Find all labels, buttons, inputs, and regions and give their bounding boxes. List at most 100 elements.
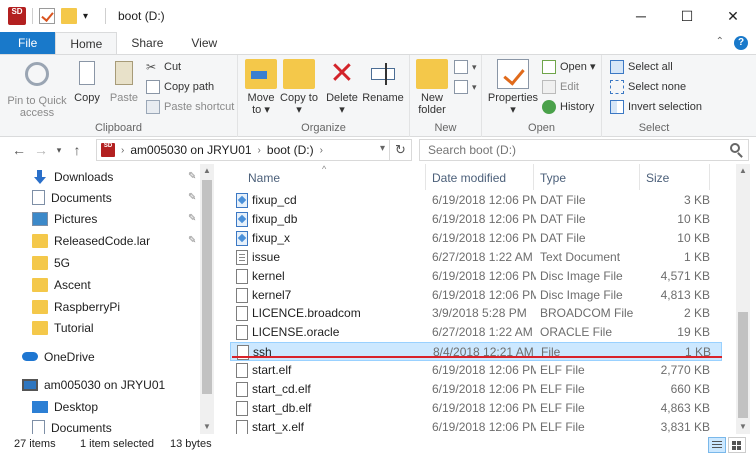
invert-selection-button[interactable]: Invert selection [610,98,702,116]
nav-pane-scrollbar[interactable]: ▲ ▼ [200,164,214,434]
file-list-scrollbar[interactable]: ▲ ▼ [736,164,750,434]
file-row[interactable]: start.elf 6/19/2018 12:06 PM ELF File 2,770… [230,361,722,380]
file-size: 660 KB [670,382,710,396]
breadcrumb-separator[interactable]: › [121,145,124,156]
collapse-ribbon-icon[interactable]: ⌃ [716,36,724,50]
nav-item-5g[interactable]: 5G [32,252,70,273]
copy-path-button[interactable]: Copy path [146,78,214,96]
file-row[interactable]: issue 6/27/2018 1:22 AM Text Document 1 KB [230,248,722,267]
edit-button[interactable]: Edit [542,78,579,96]
file-name: start_db.elf [252,400,312,415]
file-row[interactable]: start_cd.elf 6/19/2018 12:06 PM ELF File 66… [230,380,722,399]
new-folder-quick-icon[interactable] [61,8,77,24]
address-bar[interactable]: SD › am005030 on JRYU01 › boot (D:) › ▾ … [96,139,412,161]
file-date: 6/19/2018 12:06 PM [432,230,536,245]
nav-item-documents[interactable]: Documents [32,187,112,208]
properties-quick-icon[interactable] [39,8,55,24]
nav-item-raspberrypi[interactable]: RaspberryPi [32,296,120,317]
address-dropdown-icon[interactable]: ▾ [380,143,385,154]
select-all-button[interactable]: Select all [610,58,673,76]
scroll-down-icon[interactable]: ▼ [200,420,214,434]
large-icons-view-button[interactable] [728,437,746,453]
paste-button[interactable]: Paste [106,59,142,104]
nav-item-tutorial[interactable]: Tutorial [32,317,94,338]
details-view-button[interactable] [708,437,726,453]
column-header-date[interactable]: Date modified [426,164,534,190]
open-button[interactable]: Open ▾ [542,58,596,76]
breadcrumb-drive[interactable]: boot (D:) [267,143,314,157]
file-row[interactable]: LICENCE.broadcom 3/9/2018 5:28 PM BROADCOM… [230,304,722,323]
customize-quick-access-icon[interactable]: ▾ [83,11,95,22]
new-folder-button[interactable]: New folder [414,59,450,116]
close-button[interactable]: ✕ [710,0,756,32]
file-name: start_cd.elf [252,382,311,396]
move-to-button[interactable]: Move to ▾ [242,59,280,116]
desktop-icon [32,400,48,413]
copy-button[interactable]: Copy [70,59,104,104]
nav-item-this-pc[interactable]: am005030 on JRYU01 [22,374,165,395]
select-none-button[interactable]: Select none [610,78,686,96]
app-icon[interactable]: SD [8,7,26,25]
history-button[interactable]: History [542,98,594,116]
file-date: 6/19/2018 12:06 PM [432,211,536,226]
navigation-pane: Downloads ✎ Documents ✎ Pictures ✎ Relea… [0,164,214,434]
breadcrumb-separator[interactable]: › [258,145,261,156]
scrollbar-thumb[interactable] [738,312,748,418]
search-input[interactable] [419,139,749,161]
new-item-button[interactable]: ▾ [454,58,477,76]
easy-access-button[interactable]: ▾ [454,78,477,96]
column-header-size[interactable]: Size [640,164,710,190]
forward-button[interactable]: → [30,139,52,161]
scroll-down-icon[interactable]: ▼ [736,420,750,434]
breadcrumb-device[interactable]: am005030 on JRYU01 [130,143,251,157]
paste-shortcut-button[interactable]: Paste shortcut [146,98,234,116]
file-row[interactable]: fixup_db 6/19/2018 12:06 PM DAT File 10 KB [230,210,722,229]
file-date: 6/27/2018 1:22 AM [432,325,533,340]
file-row[interactable]: fixup_x 6/19/2018 12:06 PM DAT File 10 KB [230,229,722,248]
scissors-icon: ✂ [146,60,157,74]
back-button[interactable]: ← [8,139,30,161]
file-row[interactable]: kernel7 6/19/2018 12:06 PM Disc Image File… [230,286,722,305]
file-name: fixup_x [252,230,291,245]
up-button[interactable]: ↑ [66,139,88,161]
column-header-name[interactable]: Name [230,164,426,190]
nav-item-releasedcode[interactable]: ReleasedCode.lar [32,230,150,251]
file-row[interactable]: start_db.elf 6/19/2018 12:06 PM ELF File 4,… [230,399,722,418]
column-header-type[interactable]: Type [534,164,640,190]
easy-access-icon [454,80,468,94]
rename-button[interactable]: Rename [362,59,404,104]
minimize-button[interactable]: ─ [618,0,664,32]
delete-button[interactable]: ✕ Delete ▾ [324,59,360,117]
file-row[interactable]: kernel 6/19/2018 12:06 PM Disc Image File 4… [230,267,722,286]
file-row[interactable]: LICENSE.oracle 6/27/2018 1:22 AM ORACLE Fi… [230,323,722,342]
scrollbar-thumb[interactable] [202,180,212,394]
nav-item-ascent[interactable]: Ascent [32,274,91,295]
copy-to-button[interactable]: Copy to ▾ [280,59,318,116]
breadcrumb-separator[interactable]: › [320,145,323,156]
nav-item-documents-pc[interactable]: Documents [32,417,112,434]
tab-view[interactable]: View [177,32,231,54]
group-organize: Move to ▾ Copy to ▾ ✕ Delete ▾ Rename Or… [238,55,410,137]
scroll-up-icon[interactable]: ▲ [736,164,750,178]
tab-home[interactable]: Home [55,32,118,54]
open-icon [542,60,556,74]
nav-item-desktop[interactable]: Desktop [32,396,98,417]
scroll-up-icon[interactable]: ▲ [200,164,214,178]
nav-item-pictures[interactable]: Pictures [32,208,97,229]
file-row[interactable]: ssh 8/4/2018 12:21 AM File 1 KB [230,342,722,362]
file-row[interactable]: fixup_cd 6/19/2018 12:06 PM DAT File 3 KB [230,191,722,210]
copy-path-icon [146,80,160,94]
nav-item-downloads[interactable]: Downloads [32,166,113,187]
file-list: ^ Name Date modified Type Size fixup_cd 6… [216,164,736,435]
properties-button[interactable]: Properties ▾ [486,59,540,116]
refresh-button[interactable]: ↻ [389,140,411,160]
recent-locations-button[interactable]: ▾ [52,139,66,161]
cut-button[interactable]: ✂ Cut [146,58,181,76]
maximize-button[interactable]: ☐ [664,0,710,32]
help-icon[interactable]: ? [734,36,748,50]
tab-file[interactable]: File [0,32,56,54]
nav-item-onedrive[interactable]: OneDrive [22,346,95,367]
file-name: ssh [253,345,272,360]
tab-share[interactable]: Share [117,32,177,54]
pin-quick-access-button[interactable]: Pin to Quick access [6,59,68,119]
